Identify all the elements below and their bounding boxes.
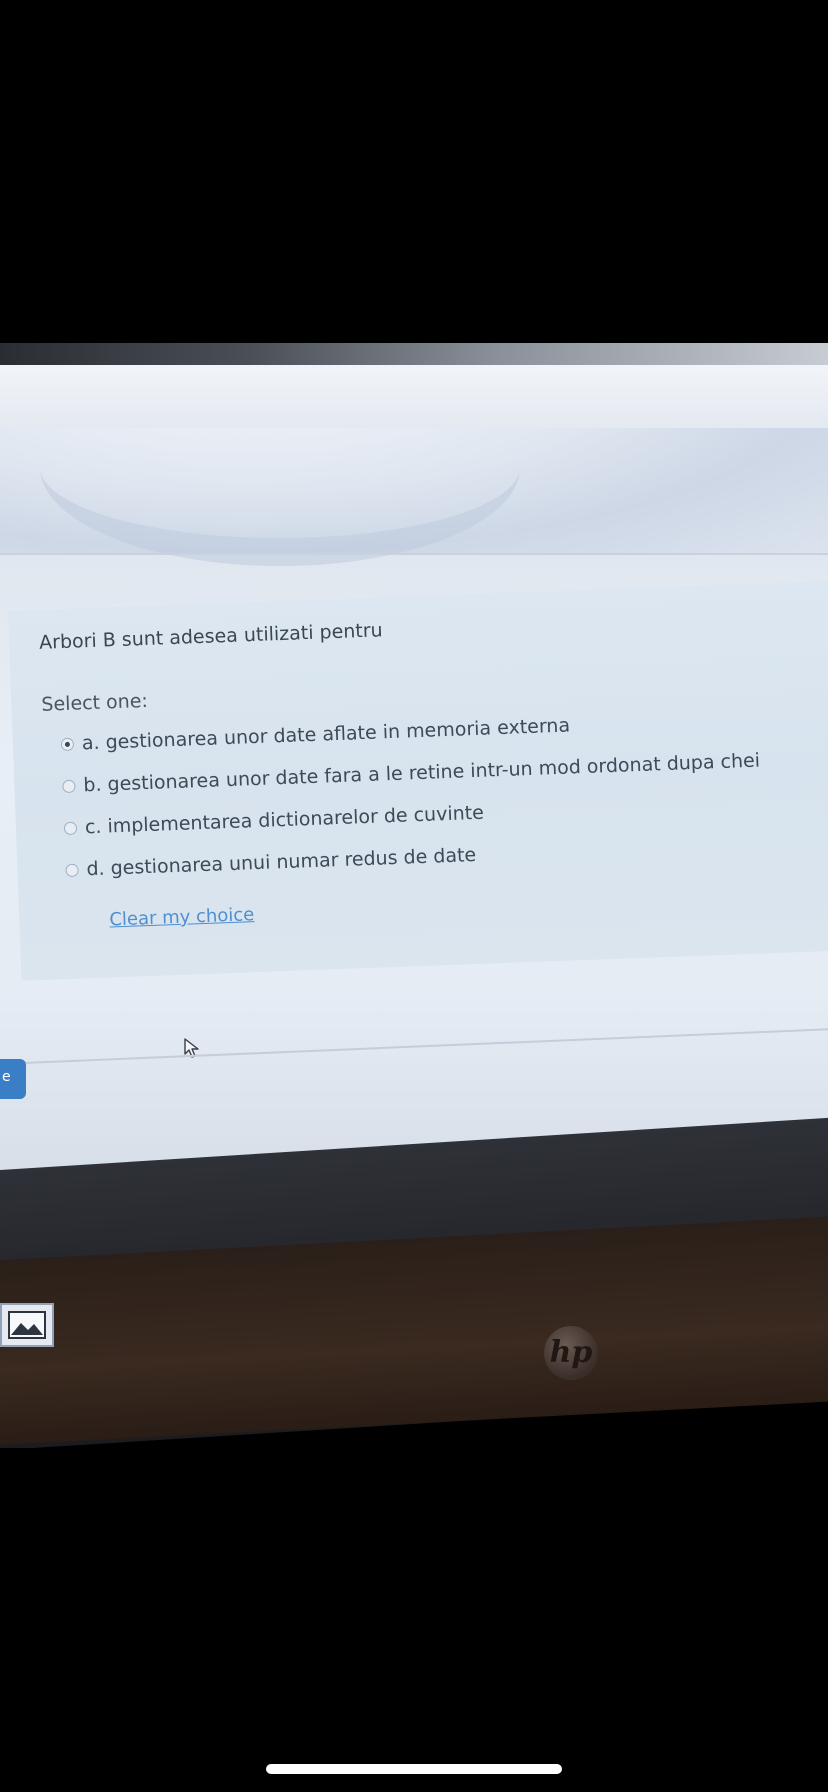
answer-option-label: d. gestionarea unui numar redus de date: [86, 844, 477, 881]
answer-option-d[interactable]: d. gestionarea unui numar redus de date: [65, 844, 477, 881]
answer-option-a[interactable]: a. gestionarea unor date aflate in memor…: [60, 714, 571, 755]
answer-option-b[interactable]: b. gestionarea unor date fara a le retin…: [62, 750, 760, 798]
answer-option-label: c. implementarea dictionarelor de cuvint…: [84, 801, 485, 839]
side-nav-button[interactable]: e: [0, 1059, 26, 1099]
answer-option-label: b. gestionarea unor date fara a le retin…: [83, 749, 761, 797]
image-viewer-icon[interactable]: [0, 1303, 54, 1347]
radio-button-d[interactable]: [65, 863, 79, 877]
page-divider: [0, 1027, 828, 1065]
answer-option-label: a. gestionarea unor date aflate in memor…: [81, 714, 571, 755]
screen-top-edge: [0, 343, 828, 365]
select-one-label: Select one:: [41, 689, 149, 716]
photo-frame: Arbori B sunt adesea utilizati pentru Se…: [0, 0, 828, 1792]
hp-logo: hp: [544, 1326, 598, 1380]
bottom-black-area: [0, 1448, 828, 1792]
side-nav-button-glyph: e: [2, 1069, 11, 1085]
clear-choice-link[interactable]: Clear my choice: [109, 904, 255, 930]
home-indicator[interactable]: [266, 1764, 562, 1774]
answer-option-c[interactable]: c. implementarea dictionarelor de cuvint…: [63, 801, 485, 839]
radio-button-c[interactable]: [63, 821, 78, 835]
question-text: Arbori B sunt adesea utilizati pentru: [38, 619, 384, 654]
page-header-banner: [0, 428, 828, 566]
header-divider: [0, 553, 828, 555]
radio-button-b[interactable]: [62, 779, 76, 793]
radio-button-a[interactable]: [60, 737, 75, 751]
question-panel: Arbori B sunt adesea utilizati pentru Se…: [8, 580, 828, 981]
